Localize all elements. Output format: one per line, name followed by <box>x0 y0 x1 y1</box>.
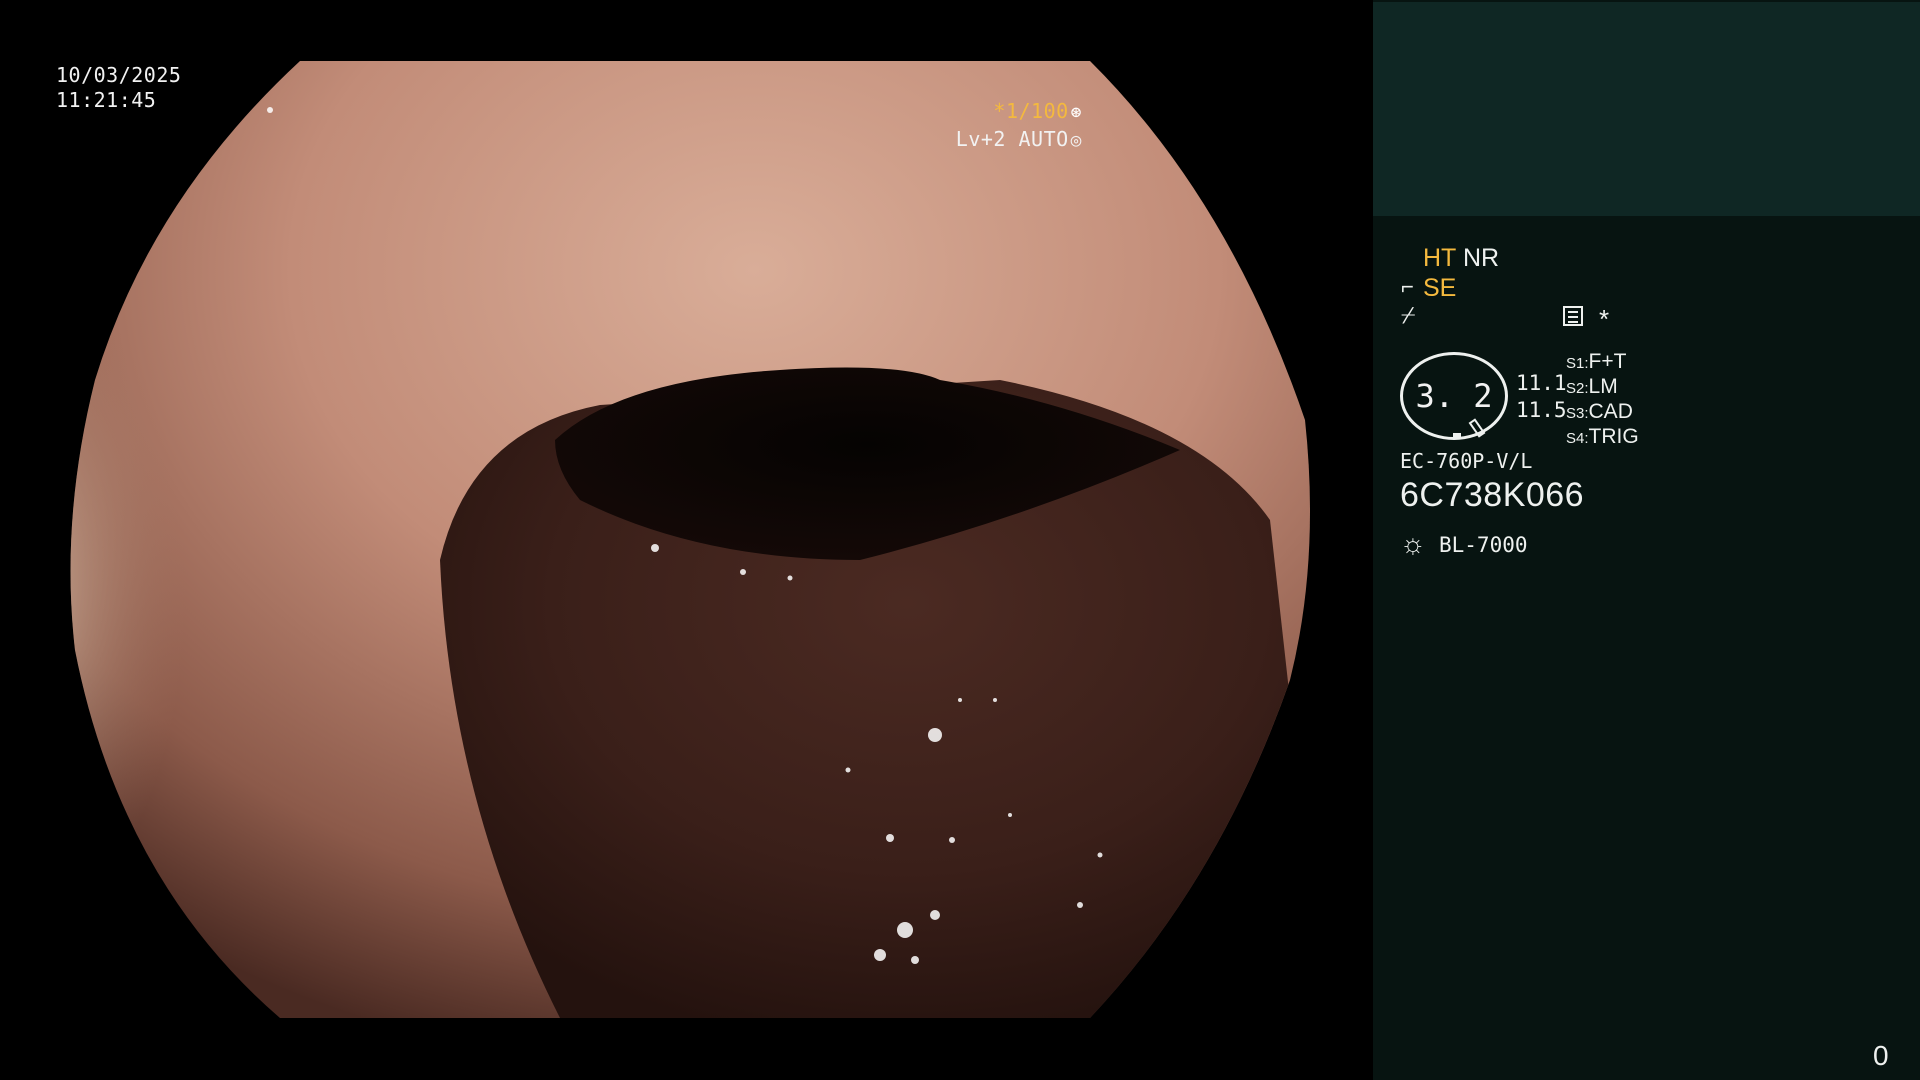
date-readout: 10/03/2025 <box>56 63 182 87</box>
exposure-readout: Lv+2 AUTO ◎ <box>956 127 1082 153</box>
switch-value: LM <box>1588 375 1618 398</box>
value-b: 11.5 <box>1516 398 1567 422</box>
lamp-icon: ☼ <box>1400 528 1426 559</box>
switch-value: TRIG <box>1588 425 1639 448</box>
scope-serial: 6C738K066 <box>1400 476 1585 514</box>
switch-key: S3: <box>1566 405 1589 422</box>
menu-icon <box>1563 306 1583 326</box>
switch-row-s3: S3:CAD <box>1566 399 1633 424</box>
shutter-value: *1/100 <box>993 99 1069 123</box>
switch-key: S4: <box>1566 430 1589 447</box>
switch-row-s2: S2:LM <box>1566 374 1618 399</box>
image-counter: 0 <box>1873 1040 1889 1071</box>
light-source-model: BL-7000 <box>1439 533 1528 557</box>
zoom-oval: 3. 2 <box>1400 352 1508 440</box>
switch-value: CAD <box>1588 400 1633 423</box>
endoscope-view <box>70 61 1310 1018</box>
thumbnail-area <box>1373 2 1920 216</box>
switch-row-s4: S4:TRIG <box>1566 424 1639 449</box>
switch-row-s1: S1:F+T <box>1566 349 1626 374</box>
switch-key: S1: <box>1566 355 1589 372</box>
se-indicator: SE <box>1423 274 1457 302</box>
iris-icon: ◎ <box>1070 130 1082 151</box>
shutter-icon: ⊛ <box>1070 102 1082 123</box>
scope-model: EC-760P-V/L <box>1400 449 1533 473</box>
status-panel: HT NR ⌐ SE ⌿ * 3. 2 11.1 11.5 S1:F+T S2:… <box>1373 0 1920 1080</box>
time-readout: 11:21:45 <box>56 88 157 112</box>
zoom-marker-icon <box>1453 433 1461 439</box>
structure-enhance-icon: ⌐ <box>1401 274 1414 299</box>
zoom-tick-icon <box>1468 418 1486 438</box>
switch-value: F+T <box>1588 350 1627 373</box>
ht-indicator: HT <box>1423 244 1457 272</box>
exposure-value: Lv+2 AUTO <box>955 127 1069 151</box>
nr-indicator: NR <box>1463 244 1500 272</box>
switch-key: S2: <box>1566 380 1589 397</box>
value-a: 11.1 <box>1516 371 1567 395</box>
stroke-icon: ⌿ <box>1401 302 1416 329</box>
zoom-value: 3. 2 <box>1415 377 1493 415</box>
endoscope-video-area: 10/03/2025 11:21:45 *1/100 ⊛ Lv+2 AUTO ◎ <box>0 0 1372 1080</box>
shutter-readout: *1/100 ⊛ <box>993 99 1082 125</box>
star-indicator: * <box>1599 304 1610 334</box>
